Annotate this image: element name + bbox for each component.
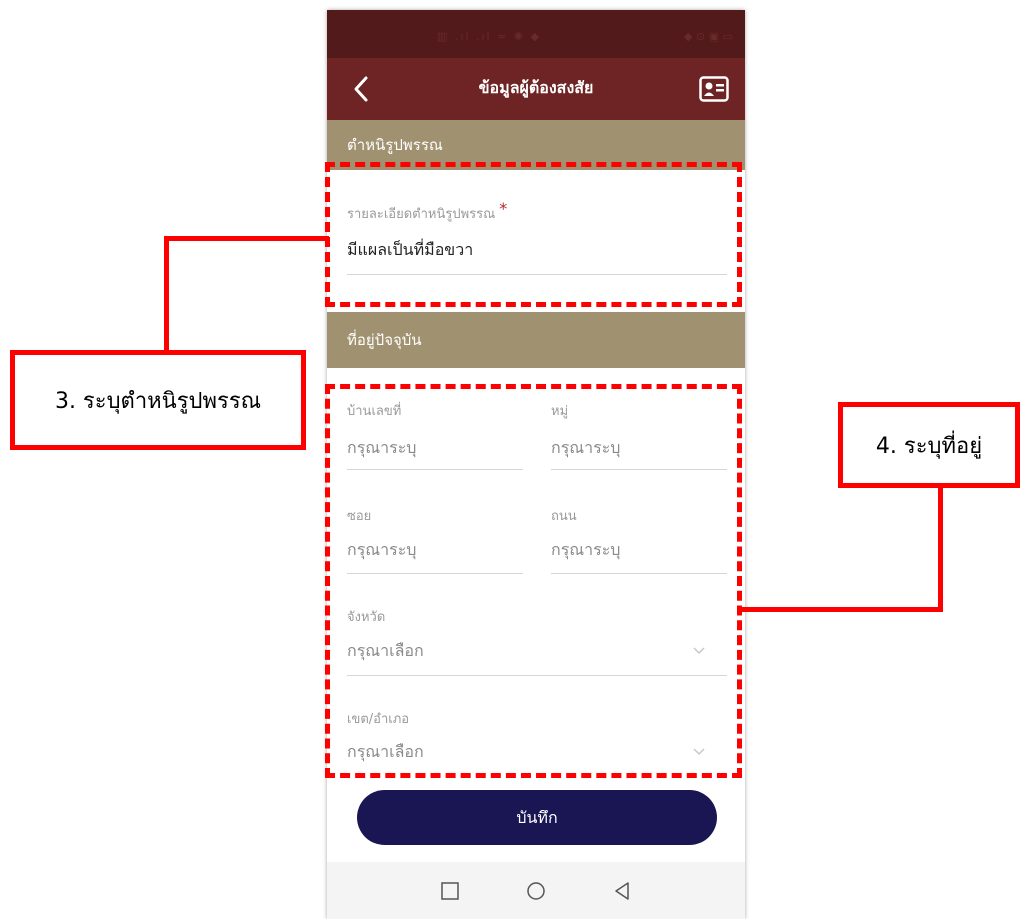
page-title: ข้อมูลผู้ต้องสงสัย	[478, 78, 594, 97]
square-icon[interactable]	[439, 880, 461, 902]
circle-icon[interactable]	[525, 880, 547, 902]
annotation-step4: 4. ระบุที่อยู่	[838, 402, 1020, 488]
connector-line-step3-horizontal	[164, 236, 329, 241]
highlight-box-address	[325, 384, 742, 778]
connector-line-step4-vertical	[938, 484, 943, 612]
section-header-address: ที่อยู่ปัจจุบัน	[327, 312, 745, 368]
id-card-button[interactable]	[699, 76, 729, 102]
connector-line-step4-horizontal	[740, 607, 943, 612]
connector-line-step3-vertical	[164, 236, 169, 354]
triangle-left-icon[interactable]	[611, 880, 633, 902]
save-button[interactable]: บันทึก	[357, 790, 717, 845]
status-icons-right: ◆ ⊙ ▣ ▭	[684, 30, 733, 43]
annotation-step3: 3. ระบุตำหนิรูปพรรณ	[10, 350, 306, 450]
status-icons-left: ▥ .ıl .ıl ≈ ✺ ◆	[437, 30, 541, 43]
id-card-icon	[699, 76, 729, 102]
highlight-box-marks	[325, 162, 742, 307]
status-bar: ▥ .ıl .ıl ≈ ✺ ◆ ◆ ⊙ ▣ ▭	[327, 10, 745, 58]
system-nav-bar	[327, 862, 745, 919]
app-bar: ข้อมูลผู้ต้องสงสัย	[327, 58, 745, 120]
